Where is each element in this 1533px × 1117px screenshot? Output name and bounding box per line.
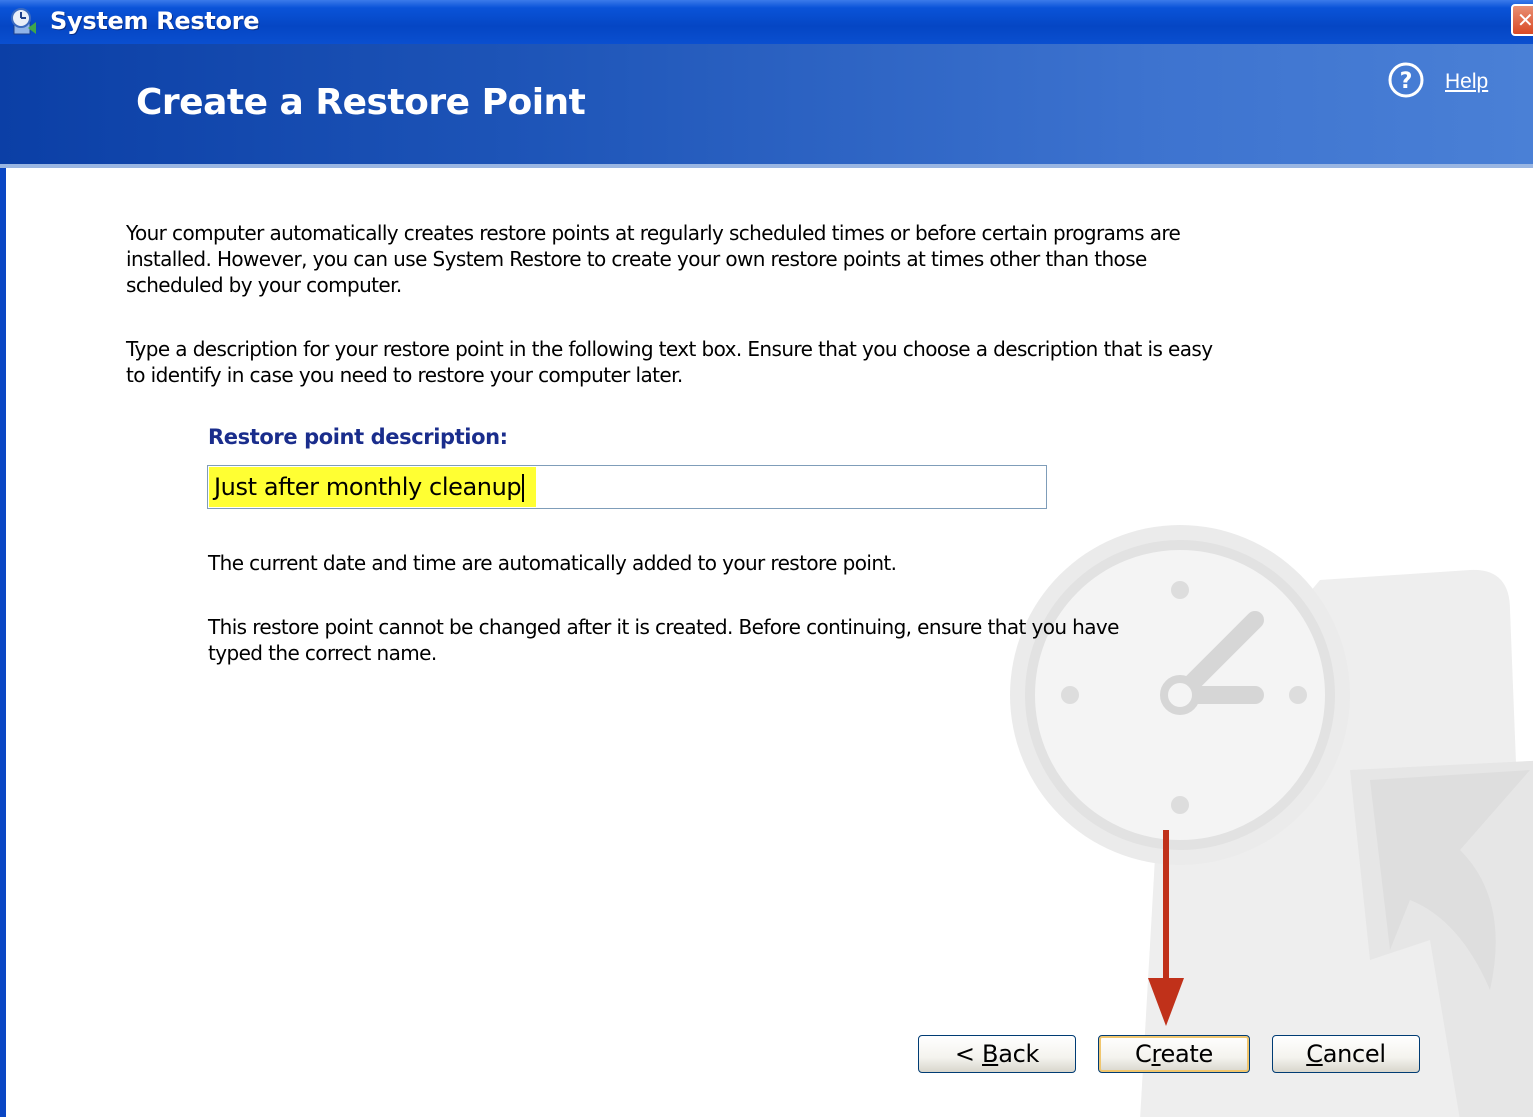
date-time-note: The current date and time are automatica… <box>208 551 897 575</box>
system-restore-window: System Restore ✕ Create a Restore Point … <box>0 0 1533 1117</box>
create-button-label: eate <box>1160 1040 1214 1068</box>
input-highlighted-text: Just after monthly cleanup <box>209 467 537 507</box>
window-left-border <box>0 44 6 1117</box>
window-title: System Restore <box>50 7 260 35</box>
back-button-prefix: < <box>954 1040 983 1068</box>
back-button-label: ack <box>998 1040 1040 1068</box>
close-button[interactable]: ✕ <box>1511 4 1533 36</box>
svg-text:?: ? <box>1400 69 1413 94</box>
restore-point-description-label: Restore point description: <box>208 425 508 449</box>
create-button-prefix: C <box>1135 1040 1152 1068</box>
create-button[interactable]: Create <box>1098 1035 1250 1073</box>
title-bar[interactable]: System Restore ✕ <box>0 0 1533 44</box>
text-caret <box>522 474 525 502</box>
create-button-mnemonic: r <box>1151 1040 1161 1068</box>
restore-point-description-input[interactable]: Just after monthly cleanup <box>207 465 1047 509</box>
back-button[interactable]: < Back <box>918 1035 1076 1073</box>
input-value: Just after monthly cleanup <box>214 473 522 501</box>
intro-paragraph: Your computer automatically creates rest… <box>126 221 1181 297</box>
instruction-paragraph: Type a description for your restore poin… <box>126 337 1213 387</box>
header-band: Create a Restore Point ? Help <box>0 44 1533 168</box>
warning-note: This restore point cannot be changed aft… <box>208 615 1119 665</box>
page-title: Create a Restore Point <box>136 82 586 123</box>
cancel-button[interactable]: Cancel <box>1272 1035 1420 1073</box>
question-circle-icon[interactable]: ? <box>1388 62 1424 98</box>
system-restore-icon <box>8 6 40 38</box>
restore-watermark-image <box>1010 525 1533 1117</box>
back-button-mnemonic: B <box>982 1040 999 1068</box>
annotation-arrow-icon <box>1148 830 1184 1026</box>
help-link[interactable]: Help <box>1445 70 1488 94</box>
cancel-button-label: ancel <box>1322 1040 1386 1068</box>
cancel-button-mnemonic: C <box>1306 1040 1323 1068</box>
